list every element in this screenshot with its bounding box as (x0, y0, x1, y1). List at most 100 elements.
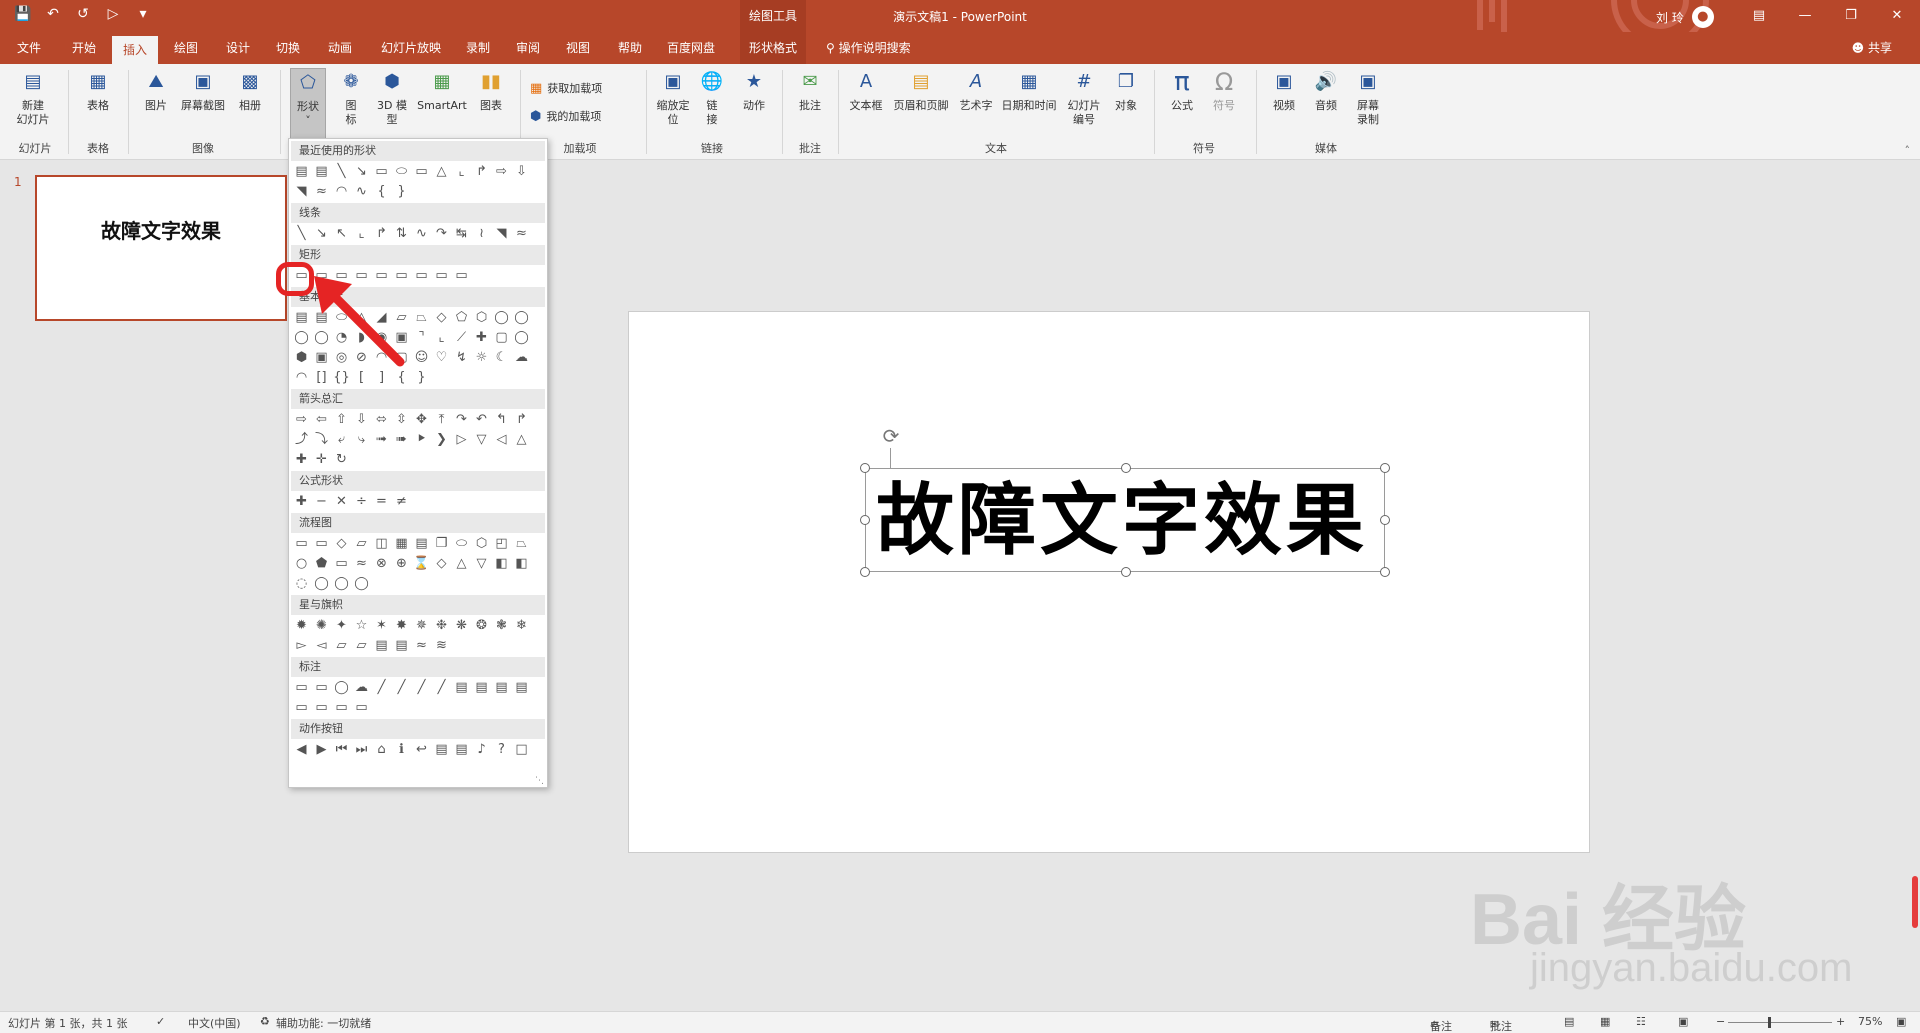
ribbon-up-icon[interactable]: ▻ (293, 637, 310, 655)
right-callout-arrow-icon[interactable]: ▷ (453, 431, 470, 449)
curved-connector-icon[interactable]: ∿ (413, 225, 430, 243)
star8-icon[interactable]: ✵ (413, 617, 430, 635)
save-icon[interactable]: 💾 (14, 6, 32, 22)
zoom-in-icon[interactable]: + (1836, 1015, 1845, 1028)
plus-shape-icon[interactable]: ✚ (293, 493, 310, 511)
flow-data-icon[interactable]: ▱ (353, 535, 370, 553)
right-arrow-shape-icon[interactable]: ⇨ (493, 163, 510, 181)
slide-sorter-icon[interactable]: ▦ (1600, 1015, 1610, 1028)
tab-slideshow[interactable]: 幻灯片放映 (376, 32, 446, 64)
left-brace-shape-icon[interactable]: { (373, 183, 390, 201)
textbox-button[interactable]: A 文本框 (846, 68, 886, 113)
round-same-side-rect-icon[interactable]: ▭ (433, 267, 450, 285)
hexagon-shape-icon[interactable]: ⬡ (473, 309, 490, 327)
link-button[interactable]: 🌐 链 接 (696, 68, 728, 127)
lightning-shape-icon[interactable]: ↯ (453, 349, 470, 367)
datetime-button[interactable]: ▦ 日期和时间 (998, 68, 1060, 113)
action-sound-icon[interactable]: ♪ (473, 741, 490, 759)
chart-button[interactable]: ▮▮ 图表 (474, 68, 508, 113)
flow-predefined-icon[interactable]: ◫ (373, 535, 390, 553)
flow-direct-storage-icon[interactable]: ◯ (333, 575, 350, 593)
rect-callout-icon[interactable]: ▭ (293, 679, 310, 697)
action-end-icon[interactable]: ⏭ (353, 741, 370, 759)
action-home-icon[interactable]: ⌂ (373, 741, 390, 759)
curved-ribbon-up-icon[interactable]: ▱ (333, 637, 350, 655)
flow-document-icon[interactable]: ▤ (413, 535, 430, 553)
scrollbar-indicator[interactable] (1912, 876, 1918, 928)
get-addins-button[interactable]: ▦ 获取加载项 (530, 80, 602, 96)
left-right-up-arrow-icon[interactable]: ⤒ (433, 411, 450, 429)
wordart-button[interactable]: A 艺术字 (956, 68, 996, 113)
multiply-shape-icon[interactable]: ✕ (333, 493, 350, 511)
zoom-out-icon[interactable]: − (1716, 1015, 1725, 1028)
flow-process-icon[interactable]: ▭ (293, 535, 310, 553)
action-movie-icon[interactable]: ▤ (433, 741, 450, 759)
l-shape-icon[interactable]: ⌞ (433, 329, 450, 347)
my-addins-button[interactable]: ⬢ 我的加载项 (530, 108, 601, 124)
octagon-shape-icon[interactable]: ◯ (513, 309, 530, 327)
zoom-slider-thumb[interactable] (1768, 1017, 1771, 1028)
left-arrow-shape-icon[interactable]: ⇦ (313, 411, 330, 429)
flow-internal-storage-icon[interactable]: ▦ (393, 535, 410, 553)
flow-magnetic-disk-icon[interactable]: ◯ (313, 575, 330, 593)
curved-ribbon-down-icon[interactable]: ▱ (353, 637, 370, 655)
notched-right-arrow-icon[interactable]: ➠ (393, 431, 410, 449)
screenshot-button[interactable]: ▣ 屏幕截图 (178, 68, 228, 113)
zoom-level[interactable]: 75% (1858, 1015, 1882, 1028)
normal-view-icon[interactable]: ▤ (1564, 1015, 1574, 1028)
tab-shape-format[interactable]: 形状格式 (740, 32, 806, 64)
flow-display-icon[interactable]: ◯ (353, 575, 370, 593)
reading-view-icon[interactable]: ☷ (1636, 1015, 1646, 1028)
plaque-shape-icon[interactable]: ▢ (493, 329, 510, 347)
down-callout-arrow-icon[interactable]: ▽ (473, 431, 490, 449)
up-down-arrow-icon[interactable]: ⇳ (393, 411, 410, 429)
flow-terminator-icon[interactable]: ⬭ (453, 535, 470, 553)
minimize-icon[interactable]: — (1782, 0, 1828, 32)
line-shape-icon[interactable]: ╲ (333, 163, 350, 181)
resize-handle-s[interactable] (1121, 567, 1131, 577)
slide-title-text[interactable]: 故障文字效果 (876, 473, 1374, 569)
action-blank-icon[interactable]: □ (513, 741, 530, 759)
u-turn-arrow-icon[interactable]: ↶ (473, 411, 490, 429)
slide-canvas[interactable]: ⟳ 故障文字效果 (628, 311, 1590, 853)
resize-handle-w[interactable] (860, 515, 870, 525)
elbow-connector-icon[interactable]: ⌞ (353, 225, 370, 243)
right-brace-shape-icon[interactable]: } (393, 183, 410, 201)
tab-help[interactable]: 帮助 (614, 32, 646, 64)
border-callout2-icon[interactable]: ▭ (313, 699, 330, 717)
accent-callout4-icon[interactable]: ▤ (513, 679, 530, 697)
flow-offpage-icon[interactable]: ⬟ (313, 555, 330, 573)
flow-manual-input-icon[interactable]: ◰ (493, 535, 510, 553)
symbol-button[interactable]: Ω 符号 (1206, 68, 1242, 113)
audio-button[interactable]: 🔊 音频 (1308, 68, 1344, 113)
collapse-ribbon-icon[interactable]: ˄ (1905, 144, 1911, 157)
selected-textbox[interactable]: 故障文字效果 (860, 463, 1390, 577)
arc-shape-icon[interactable]: ◠ (333, 183, 350, 201)
star16-icon[interactable]: ❂ (473, 617, 490, 635)
double-wave-icon[interactable]: ≋ (433, 637, 450, 655)
star4-icon[interactable]: ✦ (333, 617, 350, 635)
rounded-rect-shape-icon[interactable]: ▭ (413, 163, 430, 181)
down-arrow-shape-icon[interactable]: ⇩ (513, 163, 530, 181)
flow-sort-icon[interactable]: ◇ (433, 555, 450, 573)
vertical-scroll-icon[interactable]: ▤ (373, 637, 390, 655)
star5-icon[interactable]: ☆ (353, 617, 370, 635)
action-beginning-icon[interactable]: ⏮ (333, 741, 350, 759)
chevron-arrow-icon[interactable]: ❯ (433, 431, 450, 449)
curve-shape-icon[interactable]: ≀ (473, 225, 490, 243)
picture-button[interactable]: ⛰ 图片 (138, 68, 174, 113)
double-arrow-line-icon[interactable]: ↖ (333, 225, 350, 243)
equation-button[interactable]: π 公式 (1164, 68, 1200, 113)
resize-grip-icon[interactable]: ⋱ (535, 776, 544, 786)
divide-shape-icon[interactable]: ÷ (353, 493, 370, 511)
circular-arrow-icon[interactable]: ↻ (333, 451, 350, 469)
share-button[interactable]: ☻ 共享 (1852, 32, 1892, 64)
action-button[interactable]: ★ 动作 (736, 68, 772, 113)
elbow-double-arrow-icon[interactable]: ⇅ (393, 225, 410, 243)
heart-shape-icon[interactable]: ♡ (433, 349, 450, 367)
equal-shape-icon[interactable]: = (373, 493, 390, 511)
flow-summing-junction-icon[interactable]: ⊗ (373, 555, 390, 573)
slide-number-button[interactable]: # 幻灯片 编号 (1062, 68, 1106, 127)
cloud-callout-icon[interactable]: ☁ (353, 679, 370, 697)
cloud-shape-icon[interactable]: ☁ (513, 349, 530, 367)
